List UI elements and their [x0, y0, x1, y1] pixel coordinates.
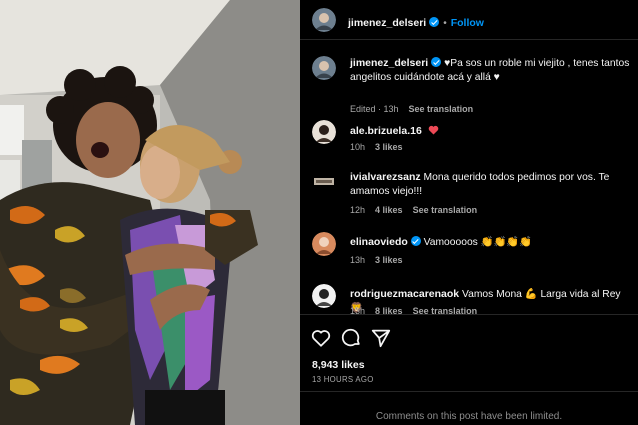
comment-text: elinaoviedo Vamooooos 👏👏👏👏 — [350, 235, 632, 250]
comment-time: 10h — [350, 142, 366, 152]
post-side-panel: jimenez_delseri • Follow jimenez_delseri ♥… — [300, 0, 638, 425]
comment-row: ivialvarezsanz Mona querido todos pedimo… — [312, 170, 634, 216]
comment-meta: 13h 8 likes See translation — [350, 306, 487, 314]
verified-badge-icon — [431, 57, 442, 67]
comment-time: 13h — [350, 306, 366, 314]
comments-list[interactable]: jimenez_delseri ♥Pa sos un roble mi viej… — [300, 41, 638, 314]
comment-row: ale.brizuela.16 10h 3 likes — [312, 120, 634, 154]
comment-username[interactable]: ale.brizuela.16 — [350, 125, 422, 137]
comment-meta: 13h 3 likes — [350, 255, 413, 265]
heart-outline-icon[interactable] — [310, 327, 332, 349]
caption-username[interactable]: jimenez_delseri — [350, 57, 428, 69]
author-avatar[interactable] — [312, 8, 336, 32]
post-actions: 8,943 likes 13 HOURS AGO — [300, 314, 638, 390]
comment-time: 12h — [350, 205, 366, 215]
separator-dot: • — [443, 18, 447, 29]
comment-likes[interactable]: 8 likes — [375, 306, 403, 314]
author-username[interactable]: jimenez_delseri — [348, 17, 426, 29]
caption-meta: Edited · 13h See translation — [350, 104, 483, 114]
comment-row: rodriguezmacarenaok Vamos Mona 💪 Larga v… — [312, 284, 634, 314]
comment-bubble-icon[interactable] — [340, 327, 362, 349]
post-timestamp: 13 HOURS AGO — [312, 375, 374, 384]
comment-text: ivialvarezsanz Mona querido todos pedimo… — [350, 170, 632, 199]
commenter-avatar[interactable] — [312, 120, 336, 144]
comment-row: elinaoviedo Vamooooos 👏👏👏👏 13h 3 likes — [312, 232, 634, 268]
verified-badge-icon — [410, 236, 421, 246]
post-header: jimenez_delseri • Follow — [300, 0, 638, 40]
see-translation-link[interactable]: See translation — [413, 205, 478, 215]
caption-text: jimenez_delseri ♥Pa sos un roble mi viej… — [350, 56, 632, 85]
comment-time: 13h — [350, 255, 366, 265]
commenter-avatar[interactable] — [312, 170, 336, 194]
commenter-avatar[interactable] — [312, 284, 336, 308]
caption-row: jimenez_delseri ♥Pa sos un roble mi viej… — [312, 56, 634, 116]
caption-avatar[interactable] — [312, 56, 336, 80]
comment-username[interactable]: elinaoviedo — [350, 236, 408, 248]
post-photo — [0, 0, 300, 425]
comment-likes[interactable]: 4 likes — [375, 205, 403, 215]
caption-edited: Edited · 13h — [350, 104, 399, 114]
comment-likes[interactable]: 3 likes — [375, 255, 403, 265]
see-translation-link[interactable]: See translation — [413, 306, 478, 314]
verified-badge-icon — [429, 17, 440, 27]
comment-meta: 12h 4 likes See translation — [350, 205, 487, 215]
see-translation-link[interactable]: See translation — [409, 104, 474, 114]
likes-count[interactable]: 8,943 likes — [312, 359, 365, 371]
follow-button[interactable]: Follow — [451, 17, 484, 29]
comment-body: Vamooooos 👏👏👏👏 — [423, 237, 532, 248]
comment-likes[interactable]: 3 likes — [375, 142, 403, 152]
paper-plane-icon[interactable] — [370, 327, 392, 349]
heart-emoji-icon — [428, 125, 438, 135]
comment-text: ale.brizuela.16 — [350, 124, 632, 139]
comment-username[interactable]: ivialvarezsanz — [350, 171, 421, 183]
comments-limited-notice: Comments on this post have been limited. — [300, 391, 638, 425]
comment-username[interactable]: rodriguezmacarenaok — [350, 288, 459, 300]
commenter-avatar[interactable] — [312, 232, 336, 256]
comment-meta: 10h 3 likes — [350, 142, 413, 152]
